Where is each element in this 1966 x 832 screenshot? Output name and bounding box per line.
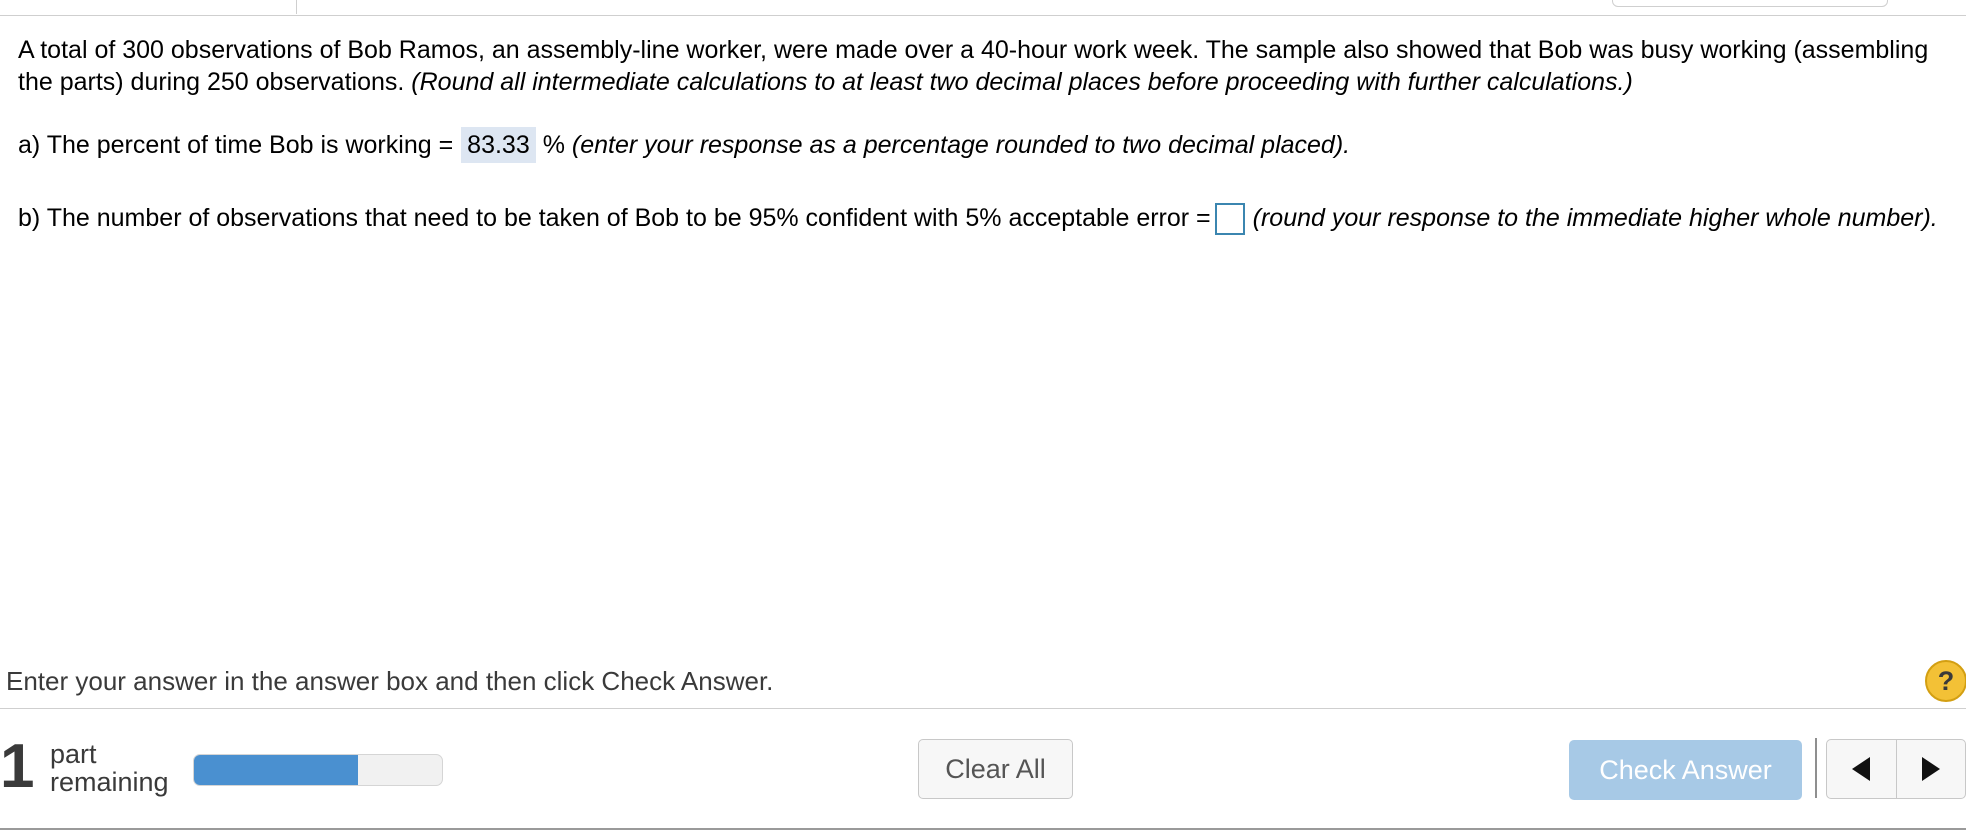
parts-progress-bar bbox=[193, 754, 443, 786]
footer-divider bbox=[0, 708, 1966, 709]
part-a-answer-field[interactable]: 83.33 bbox=[461, 127, 536, 163]
check-answer-button[interactable]: Check Answer bbox=[1569, 740, 1802, 800]
part-a-unit: % bbox=[542, 131, 565, 159]
previous-question-button[interactable] bbox=[1827, 740, 1897, 798]
triangle-left-icon bbox=[1852, 757, 1870, 781]
question-nav-group bbox=[1826, 739, 1966, 799]
help-button[interactable]: ? bbox=[1925, 660, 1966, 702]
toolbar-divider bbox=[296, 0, 297, 14]
nav-separator bbox=[1815, 738, 1817, 798]
page-bottom-border bbox=[0, 828, 1966, 830]
top-toolbar-remnant bbox=[0, 0, 1966, 16]
question-panel: A total of 300 observations of Bob Ramos… bbox=[18, 34, 1948, 237]
next-question-button[interactable] bbox=[1897, 740, 1965, 798]
answer-instruction: Enter your answer in the answer box and … bbox=[6, 666, 774, 696]
part-a-prefix: a) The percent of time Bob is working = bbox=[18, 131, 454, 159]
clear-all-button[interactable]: Clear All bbox=[918, 739, 1073, 799]
question-part-b: b) The number of observations that need … bbox=[18, 199, 1948, 237]
question-intro: A total of 300 observations of Bob Ramos… bbox=[18, 34, 1948, 98]
toolbar-control-partial[interactable] bbox=[1612, 0, 1888, 7]
top-divider-line bbox=[0, 15, 1966, 16]
triangle-right-icon bbox=[1922, 757, 1940, 781]
question-intro-note: (Round all intermediate calculations to … bbox=[411, 68, 1633, 96]
parts-progress-fill bbox=[194, 755, 358, 785]
part-b-answer-field[interactable] bbox=[1214, 203, 1245, 236]
parts-remaining-count: 1 bbox=[0, 732, 35, 801]
part-b-prefix: b) The number of observations that need … bbox=[18, 204, 1211, 232]
question-part-a: a) The percent of time Bob is working = 8… bbox=[18, 127, 1948, 163]
parts-remaining-label: part remaining bbox=[50, 739, 169, 797]
part-a-note: (enter your response as a percentage rou… bbox=[571, 131, 1351, 159]
part-b-note: (round your response to the immediate hi… bbox=[1252, 204, 1938, 232]
